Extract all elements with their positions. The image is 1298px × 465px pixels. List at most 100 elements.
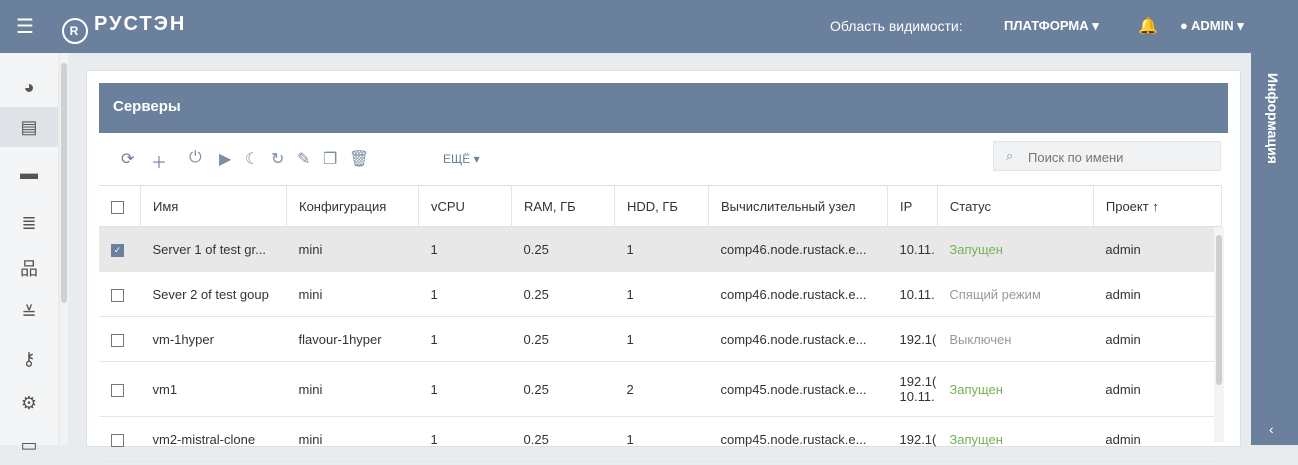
cell-hdd: 1 — [614, 416, 709, 462]
cogs-icon[interactable]: ⚙ — [0, 383, 58, 423]
logo-mark-icon: R — [62, 18, 88, 44]
servers-table: Имя Конфигурация vCPU RAM, ГБ HDD, ГБ Вы… — [99, 185, 1223, 462]
ip-primary: 192.1( — [899, 431, 937, 447]
drives-icon[interactable]: ▬ — [0, 153, 58, 193]
edit-icon[interactable]: ✎ — [297, 149, 310, 169]
logo-text: РУСТЭН — [94, 13, 187, 35]
cell-ram: 0.25 — [511, 361, 615, 417]
cell-ram: 0.25 — [511, 226, 615, 272]
sleep-icon[interactable]: ☾ — [245, 149, 259, 169]
info-sidebar[interactable]: Информация ‹ — [1251, 53, 1298, 445]
cell-project: admin — [1093, 226, 1222, 272]
col-vcpu[interactable]: vCPU — [418, 185, 512, 227]
row-checkbox[interactable] — [111, 333, 124, 347]
search-box[interactable]: ⌕ — [993, 141, 1221, 171]
servers-icon[interactable]: ▤ — [0, 107, 58, 147]
table-scrollbar[interactable] — [1214, 227, 1224, 442]
cell-vcpu: 1 — [418, 316, 512, 362]
table-row[interactable]: Sever 2 of test goup mini 1 0.25 1 comp4… — [99, 271, 1222, 317]
row-select-cell — [99, 361, 141, 417]
toolbar: ⟳ ＋ ⏻ ▶ ☾ ↻ ✎ ❐ 🗑 ЕЩЁ ▾ ⌕ — [99, 141, 1228, 181]
row-checkbox[interactable]: ✓ — [111, 243, 124, 257]
sidebar-scrollbar[interactable] — [60, 53, 68, 445]
cell-config: mini — [286, 361, 419, 417]
chevron-left-icon[interactable]: ‹ — [1269, 421, 1274, 437]
col-ip[interactable]: IP — [887, 185, 938, 227]
cell-config: flavour-1hyper — [286, 316, 419, 362]
user-menu[interactable]: ● ADMIN ▾ — [1180, 18, 1244, 34]
select-all-checkbox[interactable] — [111, 200, 124, 214]
cell-status: Запущен — [937, 226, 1094, 272]
col-ram[interactable]: RAM, ГБ — [511, 185, 615, 227]
cell-vcpu: 1 — [418, 271, 512, 317]
cell-name[interactable]: Sever 2 of test goup — [140, 271, 287, 317]
table-row[interactable]: vm2-mistral-clone mini 1 0.25 1 comp45.n… — [99, 416, 1222, 462]
panel-header: Серверы — [99, 83, 1228, 133]
cell-status: Запущен — [937, 361, 1094, 417]
more-dropdown[interactable]: ЕЩЁ ▾ — [443, 152, 480, 166]
col-name[interactable]: Имя — [140, 185, 287, 227]
panel-title: Серверы — [113, 98, 181, 115]
monitor-icon[interactable]: ▭ — [0, 425, 58, 465]
cell-node: comp46.node.rustack.e... — [708, 226, 888, 272]
cell-ip: 192.1(10.11. — [887, 361, 938, 417]
search-input[interactable] — [1026, 145, 1210, 169]
cell-name[interactable]: vm1 — [140, 361, 287, 417]
restart-icon[interactable]: ↻ — [271, 149, 284, 169]
cell-project: admin — [1093, 416, 1222, 462]
cell-config: mini — [286, 271, 419, 317]
database-icon[interactable]: ≣ — [0, 203, 58, 243]
cell-vcpu: 1 — [418, 226, 512, 272]
bell-icon[interactable]: 🔔 — [1138, 16, 1158, 36]
col-status[interactable]: Статус — [937, 185, 1094, 227]
table-scrollbar-thumb[interactable] — [1216, 235, 1222, 385]
cell-name[interactable]: vm2-mistral-clone — [140, 416, 287, 462]
hamburger-menu-icon[interactable]: ☰ — [16, 14, 34, 39]
power-cycle-icon[interactable]: ⏻ — [189, 149, 202, 167]
logo[interactable]: R РУСТЭН — [62, 13, 186, 44]
table-row[interactable]: vm1 mini 1 0.25 2 comp45.node.rustack.e.… — [99, 361, 1222, 417]
cell-hdd: 2 — [614, 361, 709, 417]
user-icon: ● — [1180, 18, 1191, 33]
sidebar: ◕ ▤ ▬ ≣ 品 ≚ ⚷ ⚙ ▭ — [0, 53, 58, 455]
ip-primary: 10.11. — [899, 241, 935, 257]
row-checkbox[interactable] — [111, 383, 124, 397]
ip-primary: 192.1( — [899, 374, 937, 389]
cell-name[interactable]: vm-1hyper — [140, 316, 287, 362]
table-row[interactable]: ✓ Server 1 of test gr... mini 1 0.25 1 c… — [99, 226, 1222, 272]
key-icon[interactable]: ⚷ — [0, 339, 58, 379]
dashboard-icon[interactable]: ◕ — [0, 67, 58, 107]
col-hdd[interactable]: HDD, ГБ — [614, 185, 709, 227]
row-checkbox[interactable] — [111, 288, 124, 302]
add-icon[interactable]: ＋ — [151, 149, 167, 173]
col-project[interactable]: Проект ↑ — [1093, 185, 1223, 227]
cell-node: comp45.node.rustack.e... — [708, 416, 888, 462]
table-row[interactable]: vm-1hyper flavour-1hyper 1 0.25 1 comp46… — [99, 316, 1222, 362]
cell-status: Запущен — [937, 416, 1094, 462]
cell-project: admin — [1093, 271, 1222, 317]
cell-ip: 10.11. — [887, 226, 938, 272]
delete-icon[interactable]: 🗑 — [349, 149, 369, 169]
cell-ip: 192.1( — [887, 416, 938, 462]
servers-panel: Серверы ⟳ ＋ ⏻ ▶ ☾ ↻ ✎ ❐ 🗑 ЕЩЁ ▾ ⌕ Имя Ко… — [86, 70, 1241, 462]
top-bar: ☰ R РУСТЭН Область видимости: ПЛАТФОРМА ▾… — [0, 0, 1298, 53]
cell-ram: 0.25 — [511, 316, 615, 362]
col-config[interactable]: Конфигурация — [286, 185, 419, 227]
scope-label: Область видимости: — [830, 18, 963, 34]
cell-node: comp46.node.rustack.e... — [708, 316, 888, 362]
copy-icon[interactable]: ❐ — [323, 149, 337, 169]
refresh-icon[interactable]: ⟳ — [121, 149, 134, 169]
cell-hdd: 1 — [614, 316, 709, 362]
cell-name[interactable]: Server 1 of test gr... — [140, 226, 287, 272]
row-select-cell — [99, 271, 141, 317]
cell-ram: 0.25 — [511, 271, 615, 317]
sidebar-scrollbar-thumb[interactable] — [61, 63, 67, 303]
start-icon[interactable]: ▶ — [219, 149, 231, 169]
scope-dropdown[interactable]: ПЛАТФОРМА ▾ — [1004, 18, 1099, 34]
row-select-cell — [99, 316, 141, 362]
cell-hdd: 1 — [614, 226, 709, 272]
settings-sliders-icon[interactable]: ≚ — [0, 293, 58, 333]
cell-vcpu: 1 — [418, 361, 512, 417]
col-node[interactable]: Вычислительный узел — [708, 185, 888, 227]
network-icon[interactable]: 品 — [0, 249, 58, 289]
